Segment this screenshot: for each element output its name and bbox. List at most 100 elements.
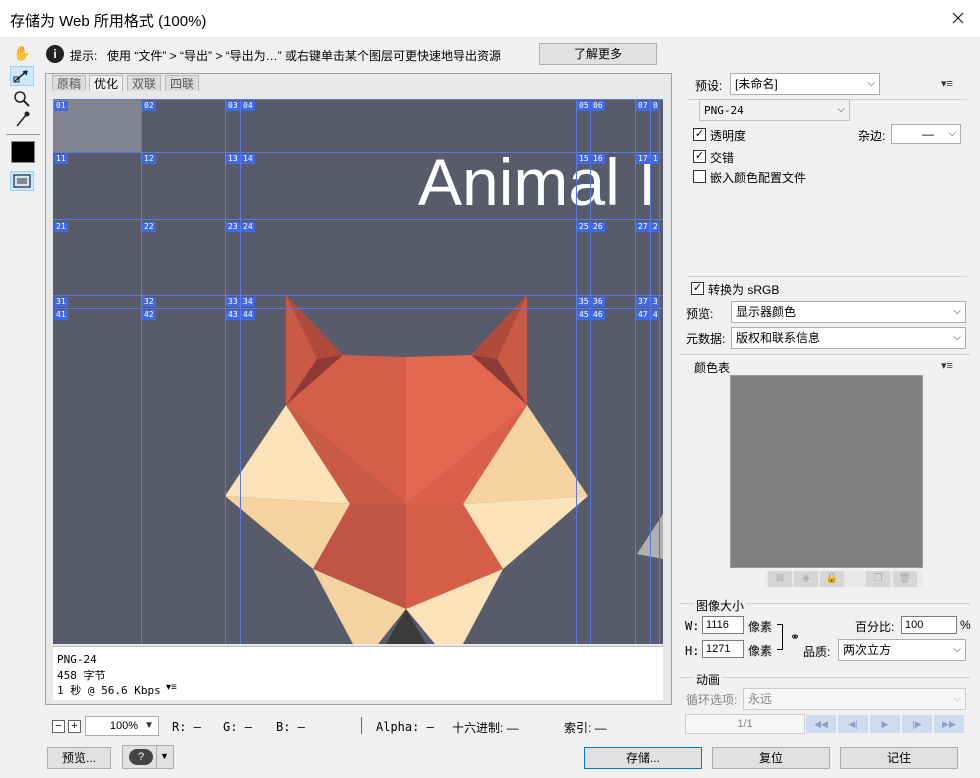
map-to-transparent-icon[interactable]: ⊠ xyxy=(768,571,792,587)
percent-input[interactable]: 100 xyxy=(901,616,957,634)
slice-label[interactable]: 12 xyxy=(142,154,156,164)
tab-original[interactable]: 原稿 xyxy=(52,75,87,91)
slice-select-tool[interactable] xyxy=(10,66,34,86)
slice-label[interactable]: 17 xyxy=(636,154,650,164)
speed-menu-icon[interactable]: ▾≡ xyxy=(166,682,177,693)
zoom-in-button[interactable]: + xyxy=(68,720,81,733)
save-button[interactable]: 存储... xyxy=(584,747,702,769)
hand-tool[interactable]: ✋ xyxy=(10,43,34,63)
slice-label[interactable]: 11 xyxy=(54,154,68,164)
slice-label[interactable]: 36 xyxy=(591,297,605,307)
color-table-swatches[interactable] xyxy=(730,375,923,568)
slice-label[interactable]: 03 xyxy=(226,101,240,111)
last-frame-button[interactable]: ▶▶ xyxy=(934,715,964,733)
preview-in-browser-button[interactable]: 预览... xyxy=(47,747,111,769)
slice-label[interactable]: 13 xyxy=(226,154,240,164)
tab-4up[interactable]: 四联 xyxy=(165,75,200,91)
metadata-value: 版权和联系信息 xyxy=(736,331,821,345)
slice-label[interactable]: 25 xyxy=(577,222,591,232)
zoom-out-button[interactable]: − xyxy=(52,720,65,733)
eyedropper-tool[interactable] xyxy=(10,110,34,130)
slice-label[interactable]: 21 xyxy=(54,222,68,232)
slice-label[interactable]: 02 xyxy=(142,101,156,111)
slice-label[interactable]: 05 xyxy=(577,101,591,111)
file-format-select[interactable]: PNG-24 ⌵ xyxy=(699,99,850,121)
preview-color-value: 显示器颜色 xyxy=(736,305,797,319)
slice-label[interactable]: 14 xyxy=(241,154,255,164)
link-icon[interactable]: ⚭ xyxy=(790,630,800,644)
trash-icon[interactable]: 🗑 xyxy=(893,571,917,587)
tab-optimized[interactable]: 优化 xyxy=(89,75,124,91)
first-frame-button[interactable]: ◀◀ xyxy=(806,715,836,733)
tab-2up[interactable]: 双联 xyxy=(127,75,162,91)
new-color-icon[interactable]: ❐ xyxy=(866,571,890,587)
eyedropper-color-swatch[interactable] xyxy=(11,141,35,163)
slice-label[interactable]: 34 xyxy=(241,297,255,307)
web-snap-icon[interactable]: ◈ xyxy=(794,571,818,587)
reset-button[interactable]: 复位 xyxy=(712,747,830,769)
transparency-checkbox[interactable]: ✓ xyxy=(693,128,706,141)
slice-line xyxy=(225,99,226,644)
slice-label[interactable]: 35 xyxy=(577,297,591,307)
slice-label[interactable]: 31 xyxy=(54,297,68,307)
interlaced-checkbox[interactable]: ✓ xyxy=(693,150,706,163)
slice-label[interactable]: 16 xyxy=(591,154,605,164)
slice-label[interactable]: 07 xyxy=(636,101,650,111)
slice-label[interactable]: 01 xyxy=(54,101,68,111)
slice-line xyxy=(53,295,663,296)
learn-more-button[interactable]: 了解更多 xyxy=(539,43,657,65)
previous-frame-button[interactable]: ◀| xyxy=(838,715,868,733)
width-input[interactable]: 1116 xyxy=(702,616,744,634)
slice-label[interactable]: 47 xyxy=(636,310,650,320)
readout-index: 索引: — xyxy=(564,721,607,735)
slice-label[interactable]: 44 xyxy=(241,310,255,320)
slice-label[interactable]: 33 xyxy=(226,297,240,307)
convert-srgb-checkbox[interactable]: ✓ xyxy=(691,282,704,295)
preset-label: 预设: xyxy=(695,79,723,93)
play-button[interactable]: ▶ xyxy=(870,715,900,733)
slice-label[interactable]: 24 xyxy=(241,222,255,232)
lock-icon[interactable]: 🔒 xyxy=(820,571,844,587)
slice-label[interactable]: 41 xyxy=(54,310,68,320)
next-frame-button[interactable]: |▶ xyxy=(902,715,932,733)
slice-label[interactable]: 37 xyxy=(636,297,650,307)
metadata-select[interactable]: 版权和联系信息 ⌵ xyxy=(731,327,966,349)
height-unit: 像素 xyxy=(748,644,773,658)
slice-label[interactable]: 2 xyxy=(651,222,660,232)
slice-line xyxy=(659,99,660,644)
matte-select[interactable]: — ⌵ xyxy=(891,124,961,144)
slice-label[interactable]: 1 xyxy=(651,154,660,164)
slice-label[interactable]: 22 xyxy=(142,222,156,232)
slice-label[interactable]: 32 xyxy=(142,297,156,307)
remember-button[interactable]: 记住 xyxy=(840,747,958,769)
height-input[interactable]: 1271 xyxy=(702,640,744,658)
preview-color-select[interactable]: 显示器颜色 ⌵ xyxy=(731,301,966,323)
preset-select[interactable]: [未命名] ⌵ xyxy=(730,73,880,95)
slice-label[interactable]: 46 xyxy=(591,310,605,320)
zoom-tool[interactable] xyxy=(10,89,34,109)
slice-label[interactable]: 04 xyxy=(241,101,255,111)
window-close-button[interactable] xyxy=(940,4,976,32)
slice-label[interactable]: 3 xyxy=(651,297,660,307)
color-table-menu-icon[interactable]: ▾≡ xyxy=(941,359,953,372)
slice-label[interactable]: 0 xyxy=(651,101,660,111)
zoom-level-select[interactable]: 100% ▼ xyxy=(85,716,159,736)
slice-label[interactable]: 27 xyxy=(636,222,650,232)
optimized-image-preview[interactable]: Animal I 01 02 03 04 05 06 07 0 11 12 13… xyxy=(53,99,663,644)
toggle-slices-visibility[interactable] xyxy=(10,171,34,191)
slice-label[interactable]: 26 xyxy=(591,222,605,232)
slice-label[interactable]: 42 xyxy=(142,310,156,320)
quality-select[interactable]: 两次立方 ⌵ xyxy=(838,639,966,661)
slice-label[interactable]: 4 xyxy=(651,310,660,320)
slice-label[interactable]: 15 xyxy=(577,154,591,164)
slice-select-icon xyxy=(13,70,28,83)
slice-label[interactable]: 23 xyxy=(226,222,240,232)
loop-select[interactable]: 永远 ⌵ xyxy=(743,688,966,710)
slice-label[interactable]: 43 xyxy=(226,310,240,320)
slice-label[interactable]: 06 xyxy=(591,101,605,111)
optimize-menu-icon[interactable]: ▾≡ xyxy=(941,77,953,90)
embed-profile-checkbox[interactable] xyxy=(693,170,706,183)
color-table-toolbar: ⊠ ◈ 🔒 ❐ 🗑 xyxy=(766,571,922,587)
browser-select[interactable]: ? ▼ xyxy=(122,745,174,769)
slice-label[interactable]: 45 xyxy=(577,310,591,320)
